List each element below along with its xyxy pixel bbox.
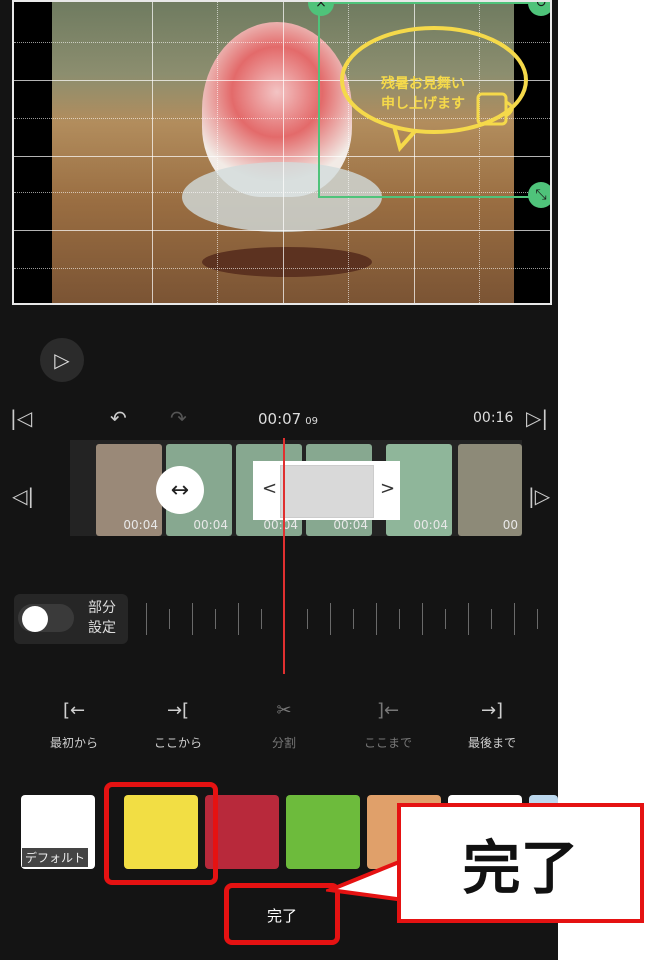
- grid-line: [152, 2, 153, 303]
- clip-duration: 00:04: [333, 518, 368, 532]
- highlight-done-button: [224, 883, 340, 945]
- move-icon: ↔: [170, 477, 190, 503]
- prev-frame-icon[interactable]: ◁|: [12, 484, 34, 508]
- ruler-tick: [514, 603, 515, 635]
- callout-pointer: [326, 860, 406, 903]
- partial-setting-label: 部分 設定: [88, 598, 124, 638]
- current-time: 00:07 09: [258, 410, 318, 428]
- grid-dot-line: [14, 268, 550, 269]
- ruler-tick: [261, 609, 262, 629]
- play-button[interactable]: ▷: [40, 338, 84, 382]
- clip-duration: 00:04: [123, 518, 158, 532]
- clip-duration: 00: [502, 518, 518, 532]
- action-label: ここまで: [363, 736, 412, 750]
- grid-line: [14, 230, 550, 231]
- action-to-end[interactable]: →] 最後まで: [452, 700, 532, 751]
- ruler-tick: [491, 609, 492, 629]
- scissors-icon: ✂: [276, 700, 292, 721]
- ruler-tick: [307, 609, 308, 629]
- move-handle[interactable]: ↔: [156, 466, 204, 514]
- clip-duration: 00:04: [263, 518, 298, 532]
- default-swatch-label: デフォルト: [22, 848, 89, 867]
- ruler-tick: [330, 603, 331, 635]
- jump-start-icon[interactable]: |◁: [10, 406, 32, 430]
- to-here-icon: ]←: [376, 700, 400, 721]
- action-label: 最初から: [49, 736, 98, 750]
- action-to-here[interactable]: ]← ここまで: [348, 700, 428, 751]
- next-frame-icon[interactable]: |▷: [528, 484, 550, 508]
- spoon-image: [202, 247, 372, 277]
- ruler-tick: [399, 609, 400, 629]
- grid-line: [283, 2, 284, 303]
- ruler-tick: [169, 609, 170, 629]
- ruler-tick: [468, 603, 469, 635]
- clip-thumbnail[interactable]: 00: [458, 444, 522, 536]
- callout-box: 完了: [397, 803, 644, 923]
- action-label: 分割: [271, 736, 296, 750]
- video-preview[interactable]: 残暑お見舞い 申し上げます × ↻ ⤡: [12, 0, 552, 305]
- partial-setting-label-line: 設定: [88, 620, 116, 636]
- clip-duration: 00:04: [193, 518, 228, 532]
- ruler-tick: [215, 609, 216, 629]
- ruler-tick: [376, 603, 377, 635]
- grid-dot-line: [217, 2, 218, 303]
- ruler-tick: [353, 609, 354, 629]
- ruler-tick: [537, 609, 538, 629]
- current-time-value: 00:07: [258, 410, 302, 428]
- action-label: ここから: [153, 736, 202, 750]
- jump-end-icon[interactable]: ▷|: [526, 406, 548, 430]
- playhead[interactable]: [283, 438, 285, 674]
- undo-icon[interactable]: ↶: [110, 406, 127, 430]
- highlight-yellow-swatch: [104, 782, 218, 885]
- callout-text: 完了: [462, 834, 579, 902]
- sticker-text: 残暑お見舞い 申し上げます: [358, 74, 488, 114]
- partial-setting-label-line: 部分: [88, 600, 116, 616]
- current-frames: 09: [305, 416, 318, 427]
- from-start-icon: [←: [62, 700, 86, 721]
- ruler-tick: [238, 603, 239, 635]
- clip-thumbnail[interactable]: 00:04: [96, 444, 162, 536]
- toggle-knob[interactable]: [22, 606, 48, 632]
- resize-icon[interactable]: ⤡: [528, 182, 550, 208]
- to-end-icon: →]: [480, 700, 504, 721]
- action-label: 最後まで: [467, 736, 516, 750]
- ruler-tick: [445, 609, 446, 629]
- end-time: 00:16: [473, 410, 514, 426]
- ruler-tick: [146, 603, 147, 635]
- sticker-text-line: 残暑お見舞い: [381, 76, 465, 92]
- trim-right-icon[interactable]: >: [380, 478, 395, 499]
- play-icon: ▷: [54, 348, 70, 372]
- color-swatch-green[interactable]: [286, 795, 360, 869]
- ruler-tick: [422, 603, 423, 635]
- from-here-icon: →[: [166, 700, 190, 721]
- action-from-here[interactable]: →[ ここから: [138, 700, 218, 751]
- clip-duration: 00:04: [413, 518, 448, 532]
- trim-left-icon[interactable]: <: [262, 478, 277, 499]
- trim-selection[interactable]: [280, 465, 374, 518]
- action-split[interactable]: ✂ 分割: [244, 700, 324, 751]
- redo-icon[interactable]: ↷: [170, 406, 187, 430]
- action-from-start[interactable]: [← 最初から: [34, 700, 114, 751]
- ruler-tick: [192, 603, 193, 635]
- sticker-text-line: 申し上げます: [381, 96, 465, 112]
